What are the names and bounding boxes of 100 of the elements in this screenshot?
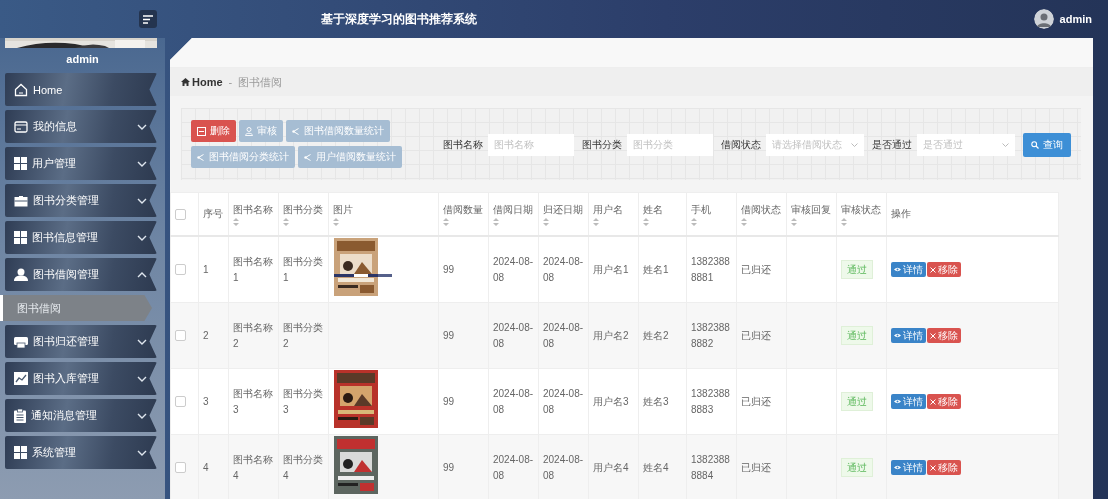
column-header[interactable]: 图书名称 (228, 192, 279, 236)
column-header[interactable]: 归还日期 (538, 192, 589, 236)
sort-icon[interactable] (691, 218, 697, 226)
sidebar-item[interactable]: 我的信息 (5, 110, 157, 143)
column-header[interactable]: 图书分类 (278, 192, 329, 236)
column-header[interactable]: 借阅状态 (736, 192, 787, 236)
status-tag: 通过 (841, 260, 873, 279)
status-tag: 通过 (841, 392, 873, 411)
column-header[interactable]: 姓名 (638, 192, 687, 236)
table-cell: 99 (443, 263, 455, 275)
checkbox[interactable] (175, 264, 186, 275)
home-icon (181, 78, 190, 86)
grid-icon (14, 157, 27, 170)
checkbox[interactable] (175, 462, 186, 473)
remove-button[interactable]: 移除 (927, 328, 961, 343)
sidebar-item[interactable]: 用户管理 (5, 147, 157, 180)
user-avatar[interactable] (1033, 9, 1054, 29)
sort-icon[interactable] (841, 218, 847, 226)
details-button[interactable]: 详情 (891, 328, 926, 343)
column-header[interactable]: 审核回复 (786, 192, 837, 236)
sort-icon[interactable] (543, 218, 549, 226)
close-icon (930, 266, 936, 273)
chevron-down-icon[interactable] (137, 449, 147, 456)
chevron-down-icon[interactable] (137, 234, 147, 241)
column-header: 序号 (198, 192, 229, 236)
remove-button[interactable]: 移除 (927, 262, 961, 277)
table-cell: 99 (443, 395, 455, 407)
close-icon (930, 464, 936, 471)
sort-icon[interactable] (791, 218, 797, 226)
remove-button[interactable]: 移除 (927, 394, 961, 409)
submenu-item[interactable]: 图书借阅 (0, 295, 152, 321)
table-cell: 2024-08-08 (493, 321, 534, 349)
table-cell: 2024-08-08 (493, 387, 534, 415)
sort-icon[interactable] (283, 218, 289, 226)
search-button[interactable]: 查询 (1023, 133, 1071, 157)
sidebar-item[interactable]: Home (5, 73, 157, 106)
table-cell: 用户名1 (593, 263, 629, 275)
sort-icon[interactable] (741, 218, 747, 226)
chevron-down-icon[interactable] (137, 197, 147, 204)
column-header[interactable]: 审核状态 (836, 192, 887, 236)
checkbox[interactable] (175, 396, 186, 407)
app-title: 基于深度学习的图书推荐系统 (321, 10, 477, 28)
eye-icon (894, 399, 901, 404)
table-cell: 图书名称2 (233, 321, 273, 349)
user-name[interactable]: admin (1059, 13, 1092, 25)
menu-icon (143, 14, 153, 24)
table-cell: 用户名3 (593, 395, 629, 407)
chevron-down-icon[interactable] (137, 375, 147, 382)
breadcrumb-separator: - (228, 76, 233, 88)
breadcrumb-home-link[interactable]: Home (181, 76, 223, 88)
table-cell: 99 (443, 461, 455, 473)
close-icon (930, 332, 936, 339)
column-header: 操作 (886, 192, 1059, 236)
table-cell: 99 (443, 329, 455, 341)
sort-icon[interactable] (643, 218, 649, 226)
details-button[interactable]: 详情 (891, 262, 926, 277)
status-tag: 通过 (841, 326, 873, 345)
chevron-down-icon[interactable] (137, 338, 147, 345)
chevron-down-icon[interactable] (137, 160, 147, 167)
column-header[interactable]: 借阅数量 (438, 192, 489, 236)
sidebar-item[interactable]: 通知消息管理 (5, 399, 157, 432)
grid-icon (14, 446, 27, 459)
chart-icon (14, 372, 28, 385)
column-header[interactable]: 图片 (328, 192, 439, 236)
home-icon (14, 82, 28, 97)
clipboard-icon (14, 408, 26, 423)
remove-button[interactable]: 移除 (927, 460, 961, 475)
details-button[interactable]: 详情 (891, 460, 926, 475)
sidebar-item[interactable]: 系统管理 (5, 436, 157, 469)
sort-icon[interactable] (333, 218, 339, 226)
sort-icon[interactable] (593, 218, 599, 226)
sort-icon[interactable] (233, 218, 239, 226)
chevron-down-icon[interactable] (137, 123, 147, 130)
table-cell: 2024-08-08 (543, 255, 584, 283)
checkbox[interactable] (175, 208, 186, 220)
table-cell: 13823888884 (691, 453, 730, 481)
table-cell: 已归还 (741, 461, 771, 473)
menu-toggle-button[interactable] (139, 10, 157, 28)
field-label: 是否通过 (872, 138, 912, 152)
table-cell: 图书分类1 (283, 255, 323, 283)
column-header[interactable]: 用户名 (588, 192, 639, 236)
checkbox[interactable] (175, 330, 186, 341)
chevron-down-icon[interactable] (137, 412, 147, 419)
chevron-up-icon[interactable] (137, 271, 147, 278)
sort-icon[interactable] (493, 218, 499, 226)
column-header[interactable]: 借阅日期 (488, 192, 539, 236)
sidebar-item[interactable]: 图书分类管理 (5, 184, 157, 217)
column-header[interactable]: 手机 (686, 192, 737, 236)
details-button[interactable]: 详情 (891, 394, 926, 409)
table-cell: 姓名4 (643, 461, 669, 473)
table-cell: 3 (203, 395, 209, 407)
sidebar-item[interactable]: 图书入库管理 (5, 362, 157, 395)
sidebar-item[interactable]: 图书归还管理 (5, 325, 157, 358)
toolbar-button[interactable]: 删除 (191, 120, 236, 142)
sort-icon[interactable] (443, 218, 449, 226)
table-cell: 1 (203, 263, 209, 275)
table-cell: 已归还 (741, 263, 771, 275)
sidebar-item[interactable]: 图书信息管理 (5, 221, 157, 254)
sidebar-item[interactable]: 图书借阅管理 (5, 258, 157, 291)
table-cell: 姓名1 (643, 263, 669, 275)
